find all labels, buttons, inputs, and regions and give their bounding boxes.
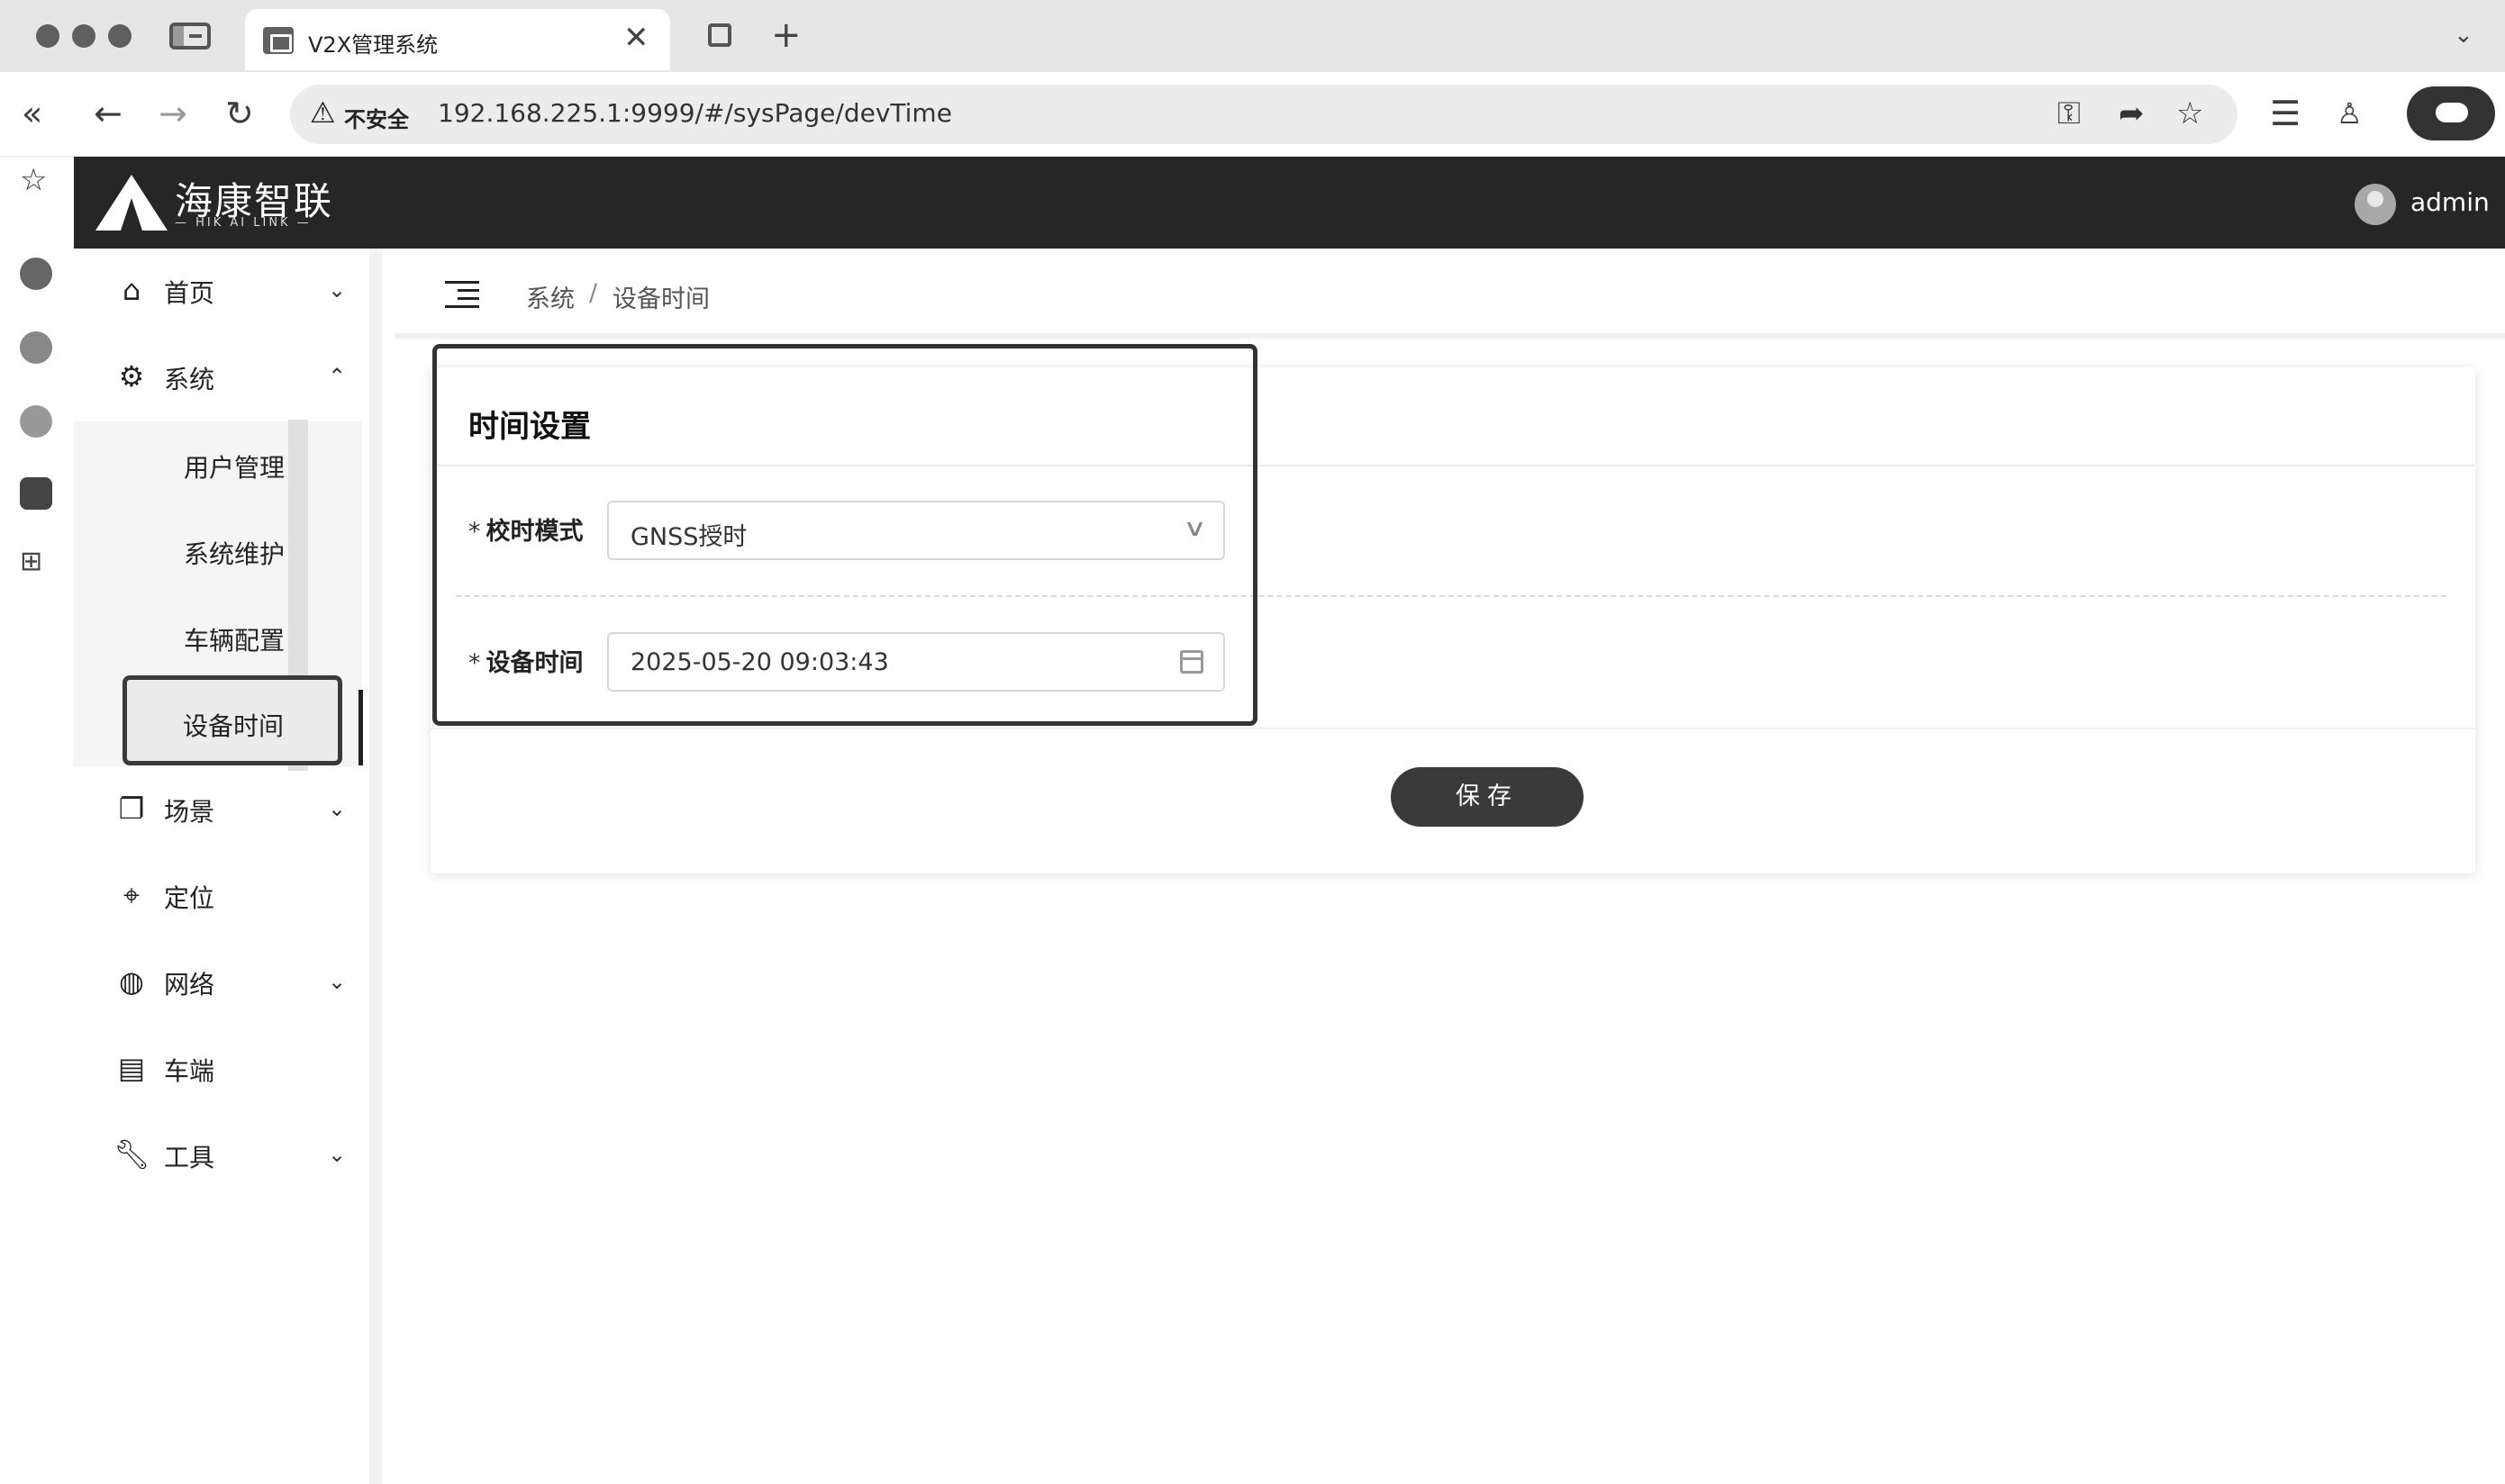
chevron-down-icon: ⌄ — [328, 277, 347, 303]
breadcrumb-separator: / — [589, 279, 598, 307]
bookmark-star-icon[interactable]: ☆ — [2176, 95, 2203, 131]
browser-tab-bar: V2X管理系统 ✕ + ⌄ — [0, 0, 2505, 72]
breadcrumb-system[interactable]: 系统 — [526, 279, 575, 314]
nav-item-scene[interactable]: ❐ 场景 ⌄ — [74, 767, 382, 854]
nav-item-label: 系统 — [164, 365, 215, 394]
breadcrumb: 系统 / 设备时间 — [395, 249, 2505, 339]
highlight-annotation — [432, 344, 1257, 726]
home-icon: ⌂ — [122, 273, 141, 307]
tab-group-icon[interactable] — [708, 23, 731, 47]
cloud-sync-icon[interactable] — [2407, 86, 2495, 140]
tab-title: V2X管理系统 — [308, 32, 439, 58]
nav-item-label: 车端 — [164, 1056, 215, 1086]
globe-icon: ◍ — [119, 964, 144, 999]
nav-item-label: 工具 — [164, 1143, 215, 1172]
chevron-down-icon: ⌄ — [328, 796, 347, 821]
chevron-up-icon: ⌃ — [328, 364, 347, 389]
nav-subitem-label: 设备时间 — [183, 711, 285, 741]
nav-item-location[interactable]: ⌖ 定位 — [74, 854, 382, 940]
nav-item-label: 首页 — [164, 278, 215, 308]
browser-toolbar: « ← → ↻ ⚠ 不安全 192.168.225.1:9999/#/sysPa… — [0, 72, 2505, 157]
menu-collapse-icon[interactable] — [445, 281, 479, 308]
wrench-icon: 🔧︎ — [113, 1137, 150, 1172]
system-gear-icon: ⚙ — [118, 359, 145, 394]
nav-item-label: 网络 — [164, 970, 215, 1000]
add-panel-icon[interactable]: ⊞ — [20, 546, 42, 577]
app-chat-icon[interactable] — [20, 477, 52, 510]
address-bar[interactable]: ⚠ 不安全 192.168.225.1:9999/#/sysPage/devTi… — [290, 85, 2237, 144]
app-bird-icon[interactable] — [20, 331, 52, 364]
app-globe-icon[interactable] — [20, 405, 52, 438]
key-icon[interactable]: ⚿ — [2057, 95, 2081, 131]
sidebar-toggle-icon[interactable] — [169, 23, 211, 50]
profile-icon[interactable]: ♙ — [2337, 92, 2363, 135]
scene-icon: ❐ — [118, 792, 145, 826]
window-close-button[interactable] — [36, 24, 59, 48]
tabs-dropdown-icon[interactable]: ⌄ — [2454, 22, 2473, 49]
username[interactable]: admin — [2410, 187, 2490, 217]
nav-subitem-vehicle-config[interactable]: 车辆配置 — [74, 594, 362, 681]
reload-icon[interactable]: ↻ — [225, 92, 254, 135]
nav-item-label: 场景 — [164, 797, 215, 827]
brand-subtitle: — HIK AI LINK — — [175, 216, 312, 230]
chevron-down-icon: ⌄ — [328, 969, 347, 994]
nav-subitem-system-maintenance[interactable]: 系统维护 — [74, 508, 362, 594]
nav-subitem-label: 系统维护 — [184, 539, 286, 569]
browser-side-panel: ☆ ⊞ — [0, 157, 74, 1484]
sidebar-nav: ⌂ 首页 ⌄ ⚙ 系统 ⌃ 用户管理 系统维护 车辆配置 ❐ 场景 ⌄ ⌖ 定位… — [74, 249, 382, 1484]
nav-item-label: 定位 — [164, 883, 215, 913]
favicon-icon — [263, 27, 294, 54]
browser-tab[interactable]: V2X管理系统 ✕ — [245, 9, 670, 70]
nav-subitem-label: 车辆配置 — [184, 626, 286, 656]
share-icon[interactable]: ➦ — [2119, 95, 2145, 131]
menu-icon[interactable]: ☰ — [2270, 92, 2301, 135]
nav-item-vehicle-terminal[interactable]: ▤ 车端 — [74, 1027, 382, 1113]
location-pin-icon: ⌖ — [123, 878, 141, 912]
brand-logo-icon — [95, 175, 168, 231]
user-avatar-icon[interactable] — [2355, 184, 2396, 225]
nav-subitem-label: 用户管理 — [184, 453, 286, 483]
favorites-star-icon[interactable]: ☆ — [20, 162, 47, 198]
divider — [431, 728, 2475, 729]
forward-icon[interactable]: → — [159, 92, 187, 135]
vehicle-terminal-icon: ▤ — [117, 1051, 146, 1085]
warning-icon: ⚠ — [310, 95, 336, 130]
breadcrumb-device-time: 设备时间 — [613, 285, 710, 313]
app-header: 海康智联 — HIK AI LINK — admin — [74, 157, 2505, 249]
tab-close-icon[interactable]: ✕ — [623, 20, 649, 56]
chevron-down-icon: ⌄ — [328, 1142, 347, 1167]
nav-item-network[interactable]: ◍ 网络 ⌄ — [74, 940, 382, 1027]
nav-item-home[interactable]: ⌂ 首页 ⌄ — [74, 249, 382, 335]
active-indicator — [359, 690, 363, 765]
nav-item-system[interactable]: ⚙ 系统 ⌃ — [74, 335, 382, 421]
app-q-icon[interactable] — [20, 258, 52, 290]
collapse-sidebar-icon[interactable]: « — [22, 92, 42, 135]
url-text[interactable]: 192.168.225.1:9999/#/sysPage/devTime — [438, 98, 952, 128]
back-icon[interactable]: ← — [94, 92, 123, 135]
save-button[interactable]: 保存 — [1391, 767, 1584, 827]
security-label[interactable]: 不安全 — [344, 102, 409, 133]
nav-subitem-user-management[interactable]: 用户管理 — [74, 421, 362, 508]
window-zoom-button[interactable] — [108, 24, 132, 48]
nav-subitem-device-time[interactable]: 设备时间 — [123, 675, 342, 765]
window-minimize-button[interactable] — [72, 24, 95, 48]
nav-item-tools[interactable]: 🔧︎ 工具 ⌄ — [74, 1113, 382, 1199]
new-tab-icon[interactable]: + — [771, 14, 802, 56]
